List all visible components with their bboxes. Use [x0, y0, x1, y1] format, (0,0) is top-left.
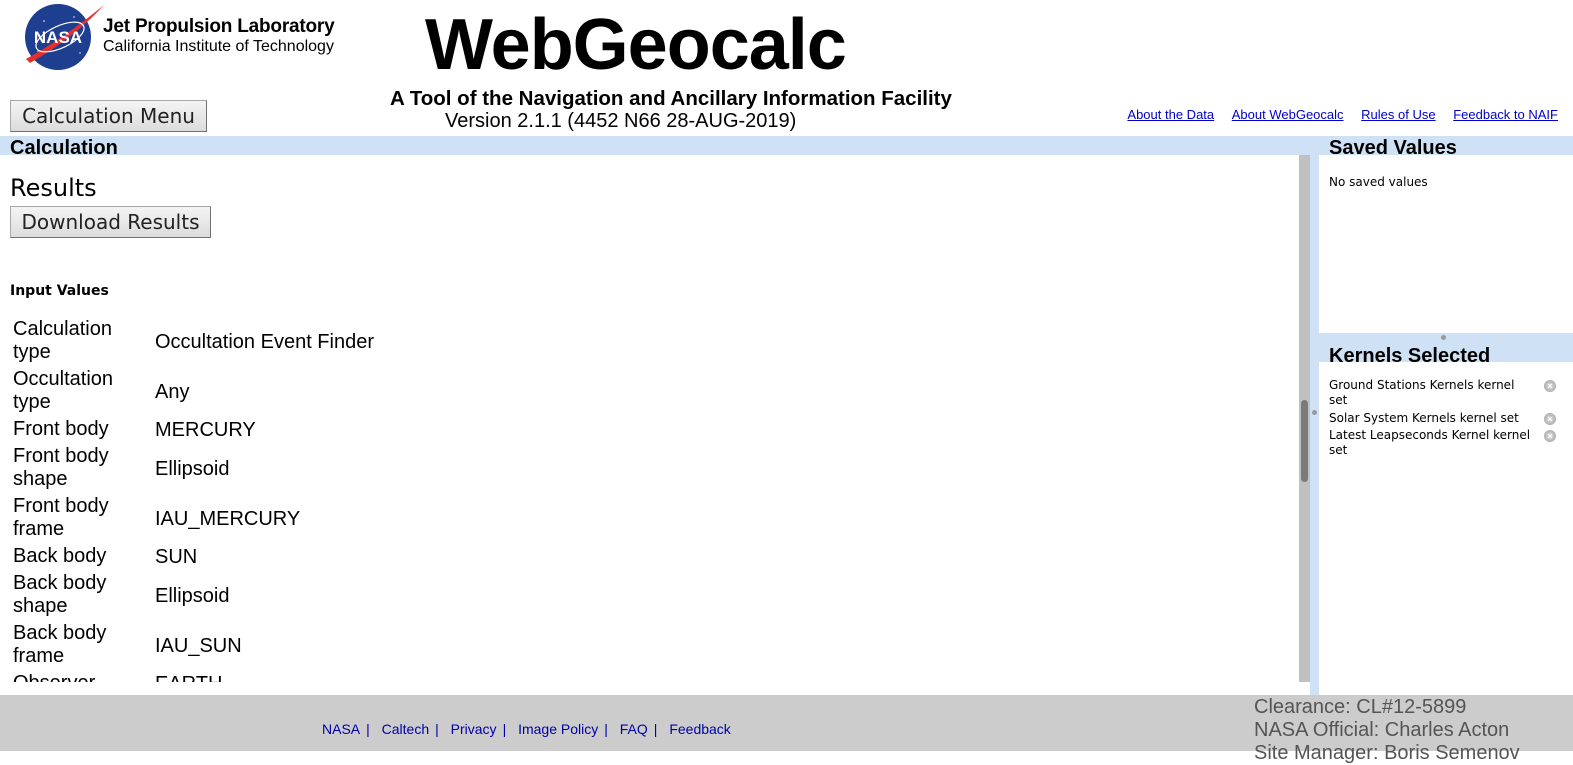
site-manager-text: Site Manager: Boris Semenov: [1254, 742, 1520, 764]
scroll-thumb[interactable]: [1301, 400, 1308, 482]
input-label: Front body frame: [13, 495, 109, 540]
input-value: IAU_SUN: [155, 634, 242, 657]
org-subtitle: California Institute of Technology: [103, 38, 334, 55]
nasa-official-text: NASA Official: Charles Acton: [1254, 719, 1510, 741]
about-webgeocalc-link[interactable]: About WebGeocalc: [1232, 107, 1344, 122]
footer-links: NASA | Caltech | Privacy | Image Policy | FA…: [322, 721, 731, 737]
footer-link-caltech[interactable]: Caltech: [382, 721, 429, 737]
input-value: SUN: [155, 546, 198, 568]
calculation-menu-button[interactable]: Calculation Menu: [10, 100, 207, 132]
about-data-link[interactable]: About the Data: [1127, 107, 1214, 122]
top-links: About the Data About WebGeocalc Rules of…: [1113, 107, 1558, 122]
footer-link-image-policy[interactable]: Image Policy: [518, 721, 598, 737]
input-label: Back body shape: [13, 572, 107, 617]
results-heading: Results: [10, 174, 97, 202]
saved-values-heading: Saved Values: [1329, 137, 1457, 155]
table-row: Front body MERCURY: [10, 417, 377, 444]
results-panel: Results Download Results Input Values Ca…: [0, 155, 1298, 682]
results-scrollbar[interactable]: [1299, 155, 1310, 682]
feedback-naif-link[interactable]: Feedback to NAIF: [1453, 107, 1558, 122]
table-row: Back body shape Ellipsoid: [10, 571, 377, 621]
footer-info: Clearance: CL#12-5899 NASA Official: Cha…: [1254, 696, 1520, 765]
input-value: Occultation Event Finder: [155, 330, 374, 353]
input-label: Occultation type: [13, 368, 114, 413]
table-row: Back body SUN: [10, 544, 377, 571]
tagline: A Tool of the Navigation and Ancillary I…: [390, 87, 952, 110]
kernel-item: Ground Stations Kernels kernel set: [1329, 378, 1515, 407]
input-label: Calculation type: [13, 318, 112, 363]
footer-separator: |: [435, 721, 439, 737]
input-label: Front body: [13, 418, 109, 440]
table-row: Front body frame IAU_MERCURY: [10, 494, 377, 544]
input-value: Ellipsoid: [155, 584, 230, 607]
clearance-text: Clearance: CL#12-5899: [1254, 696, 1467, 718]
panel-splitter[interactable]: [1319, 333, 1573, 343]
input-label: Front body shape: [13, 445, 109, 490]
table-row: ObserverEARTH: [10, 671, 377, 682]
input-label: Observer: [10, 671, 152, 682]
remove-icon[interactable]: ×: [1544, 413, 1556, 425]
download-results-button[interactable]: Download Results: [10, 206, 211, 238]
kernel-item: Solar System Kernels kernel set: [1329, 411, 1519, 425]
input-values-table: Calculation type Occultation Event Finder…: [10, 317, 377, 682]
input-value: MERCURY: [155, 419, 256, 441]
footer-separator: |: [366, 721, 370, 737]
table-row: Front body shape Ellipsoid: [10, 444, 377, 494]
logo-text: NASA: [34, 28, 82, 47]
input-label: Back body frame: [13, 622, 107, 667]
input-value: Any: [155, 380, 190, 403]
footer-link-feedback[interactable]: Feedback: [669, 721, 730, 737]
panel-divider[interactable]: [1310, 155, 1319, 695]
remove-icon[interactable]: ×: [1544, 380, 1556, 392]
footer-separator: |: [604, 721, 608, 737]
splitter-handle-icon[interactable]: [1441, 335, 1446, 340]
saved-values-empty-text: No saved values: [1329, 175, 1428, 189]
footer-link-privacy[interactable]: Privacy: [451, 721, 497, 737]
remove-icon[interactable]: ×: [1544, 430, 1556, 442]
input-value: IAU_MERCURY: [155, 507, 301, 530]
divider-handle-icon[interactable]: [1312, 410, 1317, 415]
footer-separator: |: [502, 721, 507, 737]
table-row: Calculation type Occultation Event Finder: [10, 317, 377, 367]
calculation-heading: Calculation: [10, 137, 118, 155]
footer-link-faq[interactable]: FAQ: [620, 721, 648, 737]
footer-link-nasa[interactable]: NASA: [322, 721, 360, 737]
input-value: Ellipsoid: [155, 457, 230, 480]
nasa-logo-icon: NASA: [25, 4, 104, 70]
input-values-heading: Input Values: [10, 283, 109, 299]
table-row: Occultation type Any: [10, 367, 377, 417]
table-row: Back body frame IAU_SUN: [10, 621, 377, 671]
input-value: EARTH: [152, 671, 377, 682]
org-title: Jet Propulsion Laboratory: [103, 16, 335, 37]
version-text: Version 2.1.1 (4452 N66 28-AUG-2019): [445, 110, 797, 132]
footer-separator: |: [653, 721, 658, 737]
kernels-selected-heading: Kernels Selected: [1329, 345, 1491, 362]
kernel-item: Latest Leapseconds Kernel kernel set: [1329, 428, 1531, 457]
input-label: Back body: [13, 545, 107, 567]
rules-of-use-link[interactable]: Rules of Use: [1361, 107, 1435, 122]
app-title: WebGeocalc: [425, 5, 847, 85]
